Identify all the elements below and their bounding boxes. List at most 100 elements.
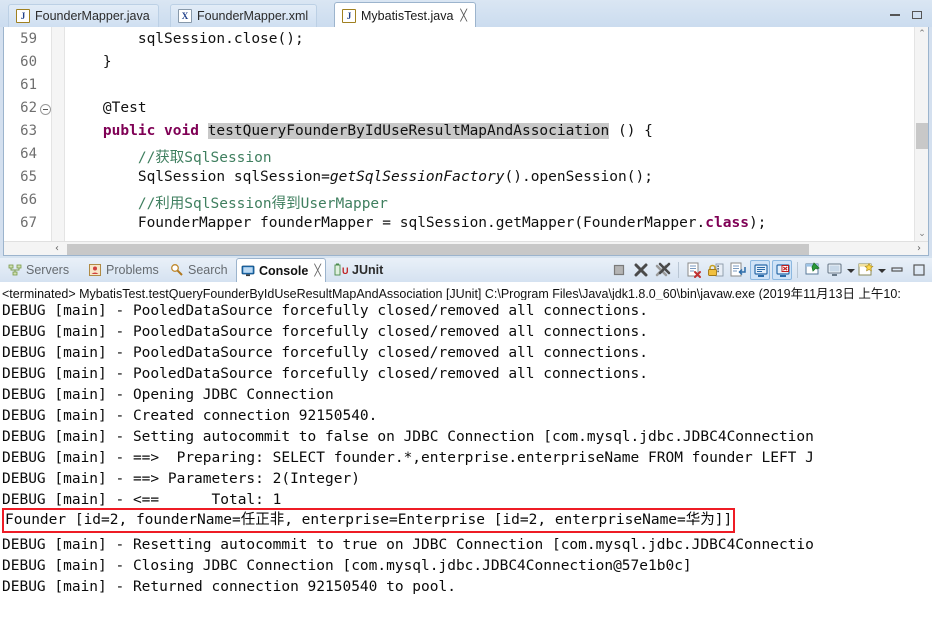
word-wrap-button[interactable] [728,260,748,280]
view-tab-label: JUnit [352,263,384,277]
console-panel: Servers Problems Search Console ╳ U JUni… [0,258,932,619]
eclipse-ide-window: J FounderMapper.java X FounderMapper.xml… [0,0,932,619]
view-tab-label: Problems [106,263,159,277]
editor-tab-mybatistest-java[interactable]: J MybatisTest.java ╳ [334,2,477,28]
chevron-down-icon[interactable] [846,260,855,280]
code-line-62: @Test [68,100,147,116]
editor-area: J FounderMapper.java X FounderMapper.xml… [0,0,932,256]
line-number: 67 [20,215,37,231]
chevron-down-icon[interactable] [877,260,886,280]
search-icon [170,263,184,277]
line-number: 66 [20,192,37,208]
code-line-67: FounderMapper founderMapper = sqlSession… [68,215,767,231]
editor-tab-foundermapper-java[interactable]: J FounderMapper.java [8,4,159,27]
editor-tab-label: FounderMapper.java [35,9,150,23]
show-console-on-error-button[interactable] [772,260,792,280]
line-number: 65 [20,169,37,185]
servers-icon [8,263,22,277]
console-icon [241,264,255,278]
code-line-65: SqlSession sqlSession=getSqlSessionFacto… [68,169,653,185]
console-output-line: DEBUG [main] - Returned connection 92150… [2,579,456,595]
console-output-line: DEBUG [main] - PooledDataSource forceful… [2,366,649,382]
remove-launch-button[interactable] [631,260,651,280]
console-output-line: DEBUG [main] - PooledDataSource forceful… [2,345,649,361]
view-tab-label: Search [188,263,228,277]
code-text: FounderMapper founderMapper = sqlSession… [68,215,706,231]
xml-file-icon: X [178,9,192,23]
view-tab-console[interactable]: Console ╳ [236,258,326,282]
toolbar-separator [678,262,679,278]
scrollbar-thumb[interactable] [916,123,928,149]
junit-icon: U [334,263,349,277]
show-console-on-output-button[interactable] [750,260,770,280]
editor-window-buttons [888,6,928,24]
maximize-button[interactable] [909,260,929,280]
chevron-left-icon[interactable]: ‹ [50,242,64,255]
display-selected-console-button[interactable] [825,260,845,280]
chevron-down-icon[interactable]: ⌄ [915,227,928,241]
editor-tab-label: MybatisTest.java [361,8,454,23]
fold-collapse-icon[interactable] [40,104,51,115]
scroll-lock-button[interactable] [706,260,726,280]
code-line-60: } [68,54,112,70]
svg-text:U: U [342,266,348,276]
console-output-line: DEBUG [main] - ==> Parameters: 2(Integer… [2,471,360,487]
code-text: SqlSession sqlSession= [68,169,330,185]
line-number: 64 [20,146,37,162]
maximize-button[interactable] [910,9,924,21]
code-line-64: //获取SqlSession [68,150,272,166]
console-output-line: DEBUG [main] - Created connection 921505… [2,408,378,424]
view-tab-label: Console [259,263,309,278]
console-output-line: DEBUG [main] - Closing JDBC Connection [… [2,558,692,574]
console-output-line: DEBUG [main] - PooledDataSource forceful… [2,303,649,319]
console-output-line: DEBUG [main] - Setting autocommit to fal… [2,429,814,445]
clear-console-button[interactable] [684,260,704,280]
scrollbar-thumb[interactable] [67,244,809,255]
line-number: 61 [20,77,37,93]
line-number: 63 [20,123,37,139]
console-output-line: DEBUG [main] - ==> Preparing: SELECT fou… [2,450,814,466]
close-icon[interactable]: ╳ [460,9,467,22]
pin-console-button[interactable] [803,260,823,280]
console-output-line: DEBUG [main] - Opening JDBC Connection [2,387,334,403]
console-toolbar [608,259,930,281]
marker-column[interactable] [52,27,65,241]
view-tab-problems[interactable]: Problems [84,259,163,281]
java-file-icon: J [16,9,30,23]
view-tab-search[interactable]: Search [166,259,232,281]
code-text: ); [748,215,767,231]
problems-icon [88,263,102,277]
minimize-button[interactable] [888,9,902,21]
console-tabbar: Servers Problems Search Console ╳ U JUni… [0,258,932,282]
editor-vertical-scrollbar[interactable]: ⌃ ⌄ [914,27,928,241]
close-icon[interactable]: ╳ [314,264,321,277]
console-output-line-highlighted: Founder [id=2, founderName=任正非, enterpri… [2,508,736,533]
chevron-up-icon[interactable]: ⌃ [915,27,928,41]
code-text: ().openSession(); [504,169,653,185]
chevron-right-icon[interactable]: › [912,242,926,255]
view-tab-servers[interactable]: Servers [4,259,73,281]
line-number: 62 [20,100,37,116]
line-number-gutter: 59 60 61 62 63 64 65 66 67 [4,27,52,241]
toolbar-separator [797,262,798,278]
open-console-button[interactable] [856,260,876,280]
console-output[interactable]: DEBUG [main] - PooledDataSource forceful… [0,301,932,619]
terminate-button[interactable] [609,260,629,280]
java-file-icon: J [342,8,356,23]
view-tab-junit[interactable]: U JUnit [330,259,387,281]
console-output-line: DEBUG [main] - PooledDataSource forceful… [2,324,649,340]
line-number: 60 [20,54,37,70]
remove-all-terminated-button[interactable] [653,260,673,280]
code-keyword: class [705,215,749,231]
console-process-label: <terminated> MybatisTest.testQueryFounde… [2,287,901,300]
code-static-method: getSqlSessionFactory [329,169,505,185]
line-number: 59 [20,31,37,47]
code-line-59: sqlSession.close(); [68,31,304,47]
minimize-button[interactable] [887,260,907,280]
editor-tab-label: FounderMapper.xml [197,9,309,23]
code-editor[interactable]: 59 60 61 62 63 64 65 66 67 sqlSession.cl… [3,27,929,256]
editor-tab-foundermapper-xml[interactable]: X FounderMapper.xml [170,4,318,27]
code-line-66: //利用SqlSession得到UserMapper [68,196,388,212]
editor-horizontal-scrollbar[interactable]: ‹ › [4,241,928,255]
code-keyword: public void [68,123,208,139]
